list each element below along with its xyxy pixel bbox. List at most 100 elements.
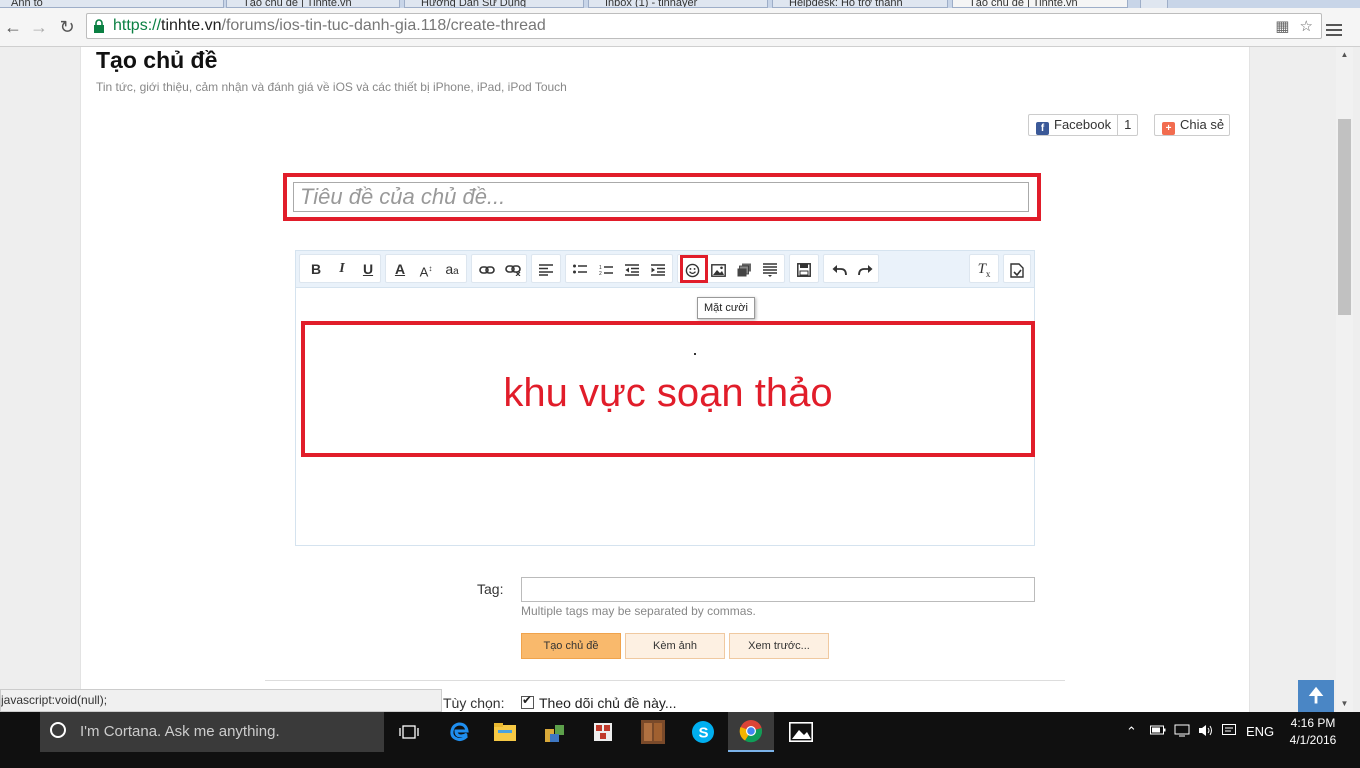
- save-draft-icon[interactable]: [794, 258, 814, 280]
- clock-date: 4/1/2016: [1289, 733, 1337, 747]
- main-content: Tạo chủ đề Tin tức, giới thiệu, cảm nhận…: [80, 47, 1250, 712]
- compose-area-annotation: khu vực soạn thảo: [503, 371, 833, 415]
- file-explorer-icon[interactable]: [482, 712, 528, 752]
- scroll-down-arrow-icon[interactable]: ▼: [1339, 698, 1350, 709]
- arrow-up-icon: 🠉: [1307, 685, 1325, 707]
- cortana-search-box[interactable]: I'm Cortana. Ask me anything.: [40, 712, 384, 752]
- text-cursor: [694, 353, 696, 355]
- omnibox-icons: ▦ ☆: [1275, 17, 1313, 35]
- reload-icon[interactable]: ↻: [56, 16, 78, 38]
- new-tab-button[interactable]: [1140, 0, 1168, 8]
- action-center-icon[interactable]: [1222, 724, 1236, 740]
- url-path: /forums/ios-tin-tuc-danh-gia.118/create-…: [221, 17, 546, 34]
- facebook-label: Facebook: [1054, 117, 1112, 132]
- quote-icon[interactable]: [760, 258, 780, 280]
- url-host: tinhte.vn: [161, 17, 222, 34]
- outdent-icon[interactable]: [622, 258, 642, 280]
- translate-icon[interactable]: ▦: [1275, 18, 1289, 35]
- align-left-icon[interactable]: [536, 258, 556, 280]
- back-arrow-icon[interactable]: ←: [2, 16, 24, 38]
- toolbar-group-style: A A↕ aa: [385, 254, 467, 283]
- browser-toolbar: ← → ↻ https://tinhte.vn/forums/ios-tin-t…: [0, 8, 1360, 47]
- browser-tab[interactable]: Hướng Dẫn Sử Dụng: [404, 0, 584, 8]
- address-bar[interactable]: https://tinhte.vn/forums/ios-tin-tuc-dan…: [86, 13, 1322, 39]
- bookmark-star-icon[interactable]: ☆: [1300, 18, 1313, 35]
- italic-button[interactable]: I: [332, 258, 352, 280]
- create-thread-button[interactable]: Tạo chủ đề: [521, 633, 621, 659]
- chrome-icon[interactable]: [728, 712, 774, 752]
- unikey-icon[interactable]: [532, 712, 578, 752]
- link-icon[interactable]: [477, 258, 497, 280]
- image-icon[interactable]: [708, 258, 728, 280]
- facebook-share-button[interactable]: f Facebook 1: [1028, 114, 1138, 136]
- rich-text-editor: B I U A A↕ aa 1 2 Tx Mặt cười khu vực so…: [295, 250, 1035, 546]
- font-size-button[interactable]: A↕: [416, 258, 436, 280]
- bold-button[interactable]: B: [306, 258, 326, 280]
- checkbox-checked-icon[interactable]: [521, 693, 534, 709]
- toggle-source-icon[interactable]: [1007, 258, 1027, 280]
- browser-tab[interactable]: Tạo chủ đề | Tinhte.vn: [226, 0, 400, 8]
- status-bar: javascript:void(null);: [0, 689, 442, 712]
- page-scrollbar[interactable]: ▲ ▼: [1336, 47, 1353, 712]
- system-clock[interactable]: 4:16 PM 4/1/2016: [1284, 715, 1342, 749]
- photos-icon[interactable]: [778, 712, 824, 752]
- cortana-placeholder: I'm Cortana. Ask me anything.: [80, 723, 280, 740]
- tab-label: Tạo chủ đề | Tinhte.vn: [969, 0, 1078, 8]
- media-icon[interactable]: [734, 258, 754, 280]
- plus-share-icon: +: [1162, 122, 1175, 135]
- browser-tab[interactable]: Ảnh tổ: [0, 0, 224, 8]
- skype-icon[interactable]: S: [680, 712, 726, 752]
- numbered-list-icon[interactable]: 12: [596, 258, 616, 280]
- redo-icon[interactable]: [855, 258, 875, 280]
- scroll-thumb[interactable]: [1338, 119, 1351, 315]
- network-icon[interactable]: [1174, 724, 1190, 740]
- lock-icon: [94, 19, 104, 33]
- remove-format-button[interactable]: Tx: [974, 258, 994, 280]
- scroll-up-arrow-icon[interactable]: ▲: [1339, 49, 1350, 60]
- toolbar-group-align: [531, 254, 561, 283]
- tab-label: Tạo chủ đề | Tinhte.vn: [243, 0, 352, 8]
- show-hidden-icons[interactable]: ⌃: [1126, 724, 1137, 740]
- undo-icon[interactable]: [829, 258, 849, 280]
- browser-tab[interactable]: Inbox (1) - tinhayer: [588, 0, 768, 8]
- indent-icon[interactable]: [648, 258, 668, 280]
- clock-time: 4:16 PM: [1290, 716, 1336, 730]
- cortana-icon: [50, 722, 66, 738]
- battery-icon[interactable]: [1150, 724, 1166, 739]
- preview-button[interactable]: Xem trước...: [729, 633, 829, 659]
- input-language[interactable]: ENG: [1246, 724, 1274, 739]
- tab-label: Hướng Dẫn Sử Dụng: [421, 0, 527, 8]
- watch-thread-label: Theo dõi chủ đề này...: [539, 695, 677, 711]
- browser-tab-active[interactable]: Tạo chủ đề | Tinhte.vn: [952, 0, 1128, 8]
- smiley-tooltip: Mặt cười: [697, 297, 755, 319]
- back-to-top-button[interactable]: 🠉: [1298, 680, 1334, 712]
- browser-tab[interactable]: Helpdesk: Hỗ trợ thành: [772, 0, 948, 8]
- thread-title-highlight: [283, 173, 1041, 221]
- edge-icon[interactable]: [436, 712, 482, 752]
- unlink-icon[interactable]: [503, 258, 523, 280]
- underline-button[interactable]: U: [358, 258, 378, 280]
- text-color-button[interactable]: A: [390, 258, 410, 280]
- thread-title-input[interactable]: [293, 182, 1029, 212]
- share-label: Chia sẻ: [1180, 117, 1225, 132]
- toolbar-group-list: 12: [565, 254, 673, 283]
- forward-arrow-icon[interactable]: →: [28, 16, 50, 38]
- vietkey-icon[interactable]: [580, 712, 626, 752]
- attach-image-button[interactable]: Kèm ảnh: [625, 633, 725, 659]
- tag-hint: Multiple tags may be separated by commas…: [521, 604, 756, 618]
- compose-area-highlight[interactable]: khu vực soạn thảo: [301, 321, 1035, 457]
- toolbar-group-basic: B I U: [299, 254, 381, 283]
- watch-thread-checkbox[interactable]: Theo dõi chủ đề này...: [521, 693, 677, 711]
- font-family-button[interactable]: aa: [442, 258, 462, 280]
- task-view-icon[interactable]: [386, 712, 432, 752]
- photo-viewer-icon[interactable]: [630, 712, 676, 752]
- share-button[interactable]: + Chia sẻ: [1154, 114, 1230, 136]
- tag-input[interactable]: [521, 577, 1035, 602]
- start-button[interactable]: [0, 712, 40, 752]
- smiley-button-highlight: [680, 255, 708, 283]
- chrome-menu-icon[interactable]: [1326, 24, 1342, 39]
- toolbar-group-clear: Tx: [969, 254, 999, 283]
- volume-icon[interactable]: [1198, 724, 1214, 740]
- tab-strip: Ảnh tổ Tạo chủ đề | Tinhte.vn Hướng Dẫn …: [0, 0, 1360, 8]
- bullet-list-icon[interactable]: [570, 258, 590, 280]
